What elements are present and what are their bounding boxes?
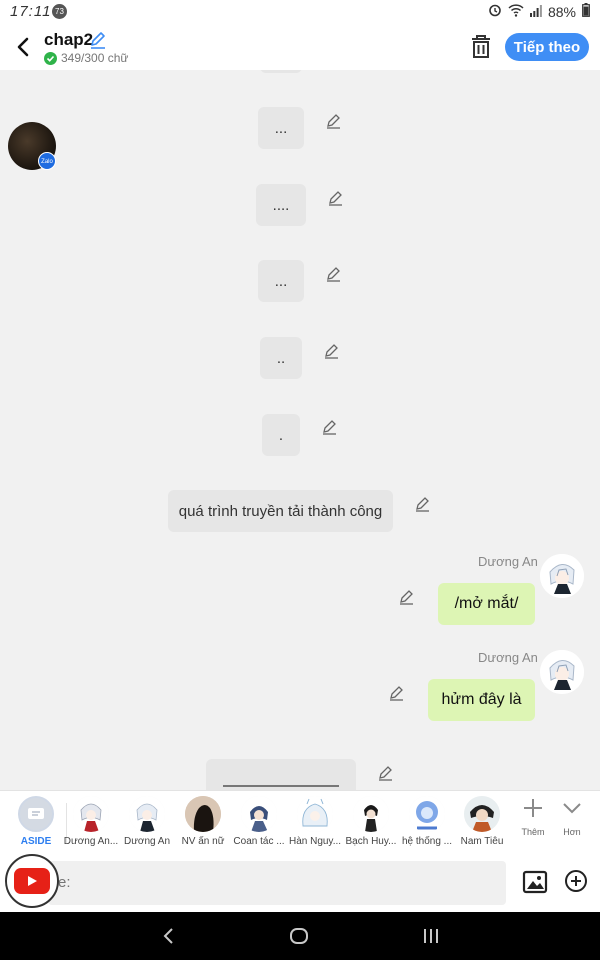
message-bubble[interactable]: . [262, 414, 300, 456]
zalo-badge: Zalo [38, 152, 56, 170]
character-item[interactable]: Coan tác ... [229, 796, 289, 852]
youtube-icon [14, 868, 50, 894]
back-button[interactable] [8, 32, 38, 62]
character-avatar [129, 796, 165, 832]
image-icon [522, 870, 548, 894]
character-item[interactable]: Bạch Huy... [341, 796, 401, 852]
signal-icon [529, 4, 542, 20]
my-message-bubble[interactable]: /mở mắt/ [438, 583, 535, 625]
edit-icon[interactable] [414, 495, 432, 513]
chat-area[interactable]: Zalo ... .... ... .. . quá trình truyền … [0, 70, 600, 790]
next-button[interactable]: Tiếp theo [505, 33, 589, 61]
character-name: NV ẩn nữ [181, 836, 225, 847]
character-name: Bạch Huy... [345, 836, 397, 847]
word-count-text: 349/300 chữ [61, 51, 129, 65]
alarm-icon [488, 3, 502, 20]
edit-icon[interactable] [377, 764, 395, 782]
edit-icon[interactable] [325, 265, 343, 283]
divider-line [223, 785, 339, 787]
battery-level: 88% [547, 3, 576, 20]
character-name: Hàn Nguy... [288, 836, 342, 847]
nav-home-icon [290, 928, 308, 944]
wifi-icon [508, 3, 524, 20]
youtube-button[interactable] [5, 854, 59, 908]
status-bar: 17:11 73 88% [0, 0, 600, 24]
edit-icon[interactable] [323, 342, 341, 360]
more-button[interactable]: Hơn [554, 797, 590, 837]
sender-name: Dương An [478, 554, 538, 569]
character-avatar [353, 796, 389, 832]
message-bubble[interactable]: quá trình truyền tải thành công [168, 490, 393, 532]
character-item[interactable]: NV ẩn nữ [173, 796, 233, 852]
chevron-left-icon [17, 37, 29, 57]
notification-badge: 73 [52, 4, 67, 19]
message-bubble[interactable]: .. [260, 337, 302, 379]
add-button[interactable] [564, 869, 588, 893]
message-input[interactable] [48, 861, 506, 905]
edit-icon[interactable] [398, 588, 416, 606]
user-avatar[interactable] [540, 554, 584, 598]
character-avatar [409, 796, 445, 832]
nav-back-icon [163, 928, 173, 944]
status-icons: 88% [488, 3, 590, 20]
character-name: ASIDE [20, 836, 52, 847]
character-avatar [185, 796, 221, 832]
character-aside[interactable]: ASIDE [6, 796, 66, 852]
input-bar [0, 854, 600, 912]
message-bubble[interactable]: ... [258, 260, 304, 302]
image-button[interactable] [522, 869, 548, 895]
character-name: Coan tác ... [233, 836, 285, 847]
system-nav-bar [0, 912, 600, 960]
character-item[interactable]: Dương An [117, 796, 177, 852]
edit-icon[interactable] [321, 418, 339, 436]
nav-home-button[interactable] [286, 924, 312, 948]
character-name: Dương An [123, 836, 171, 847]
delete-button[interactable] [469, 34, 493, 60]
edit-icon[interactable] [325, 112, 343, 130]
message-bubble[interactable]: .... [256, 184, 306, 226]
more-label: Hơn [563, 827, 581, 837]
nav-recents-icon [424, 929, 438, 943]
nav-recents-button[interactable] [418, 924, 444, 948]
trash-icon [472, 35, 490, 58]
page-title: chap2 [44, 30, 94, 49]
message-bubble-partial[interactable] [260, 70, 302, 73]
character-item[interactable]: hệ thống ... [397, 796, 457, 852]
nav-back-button[interactable] [155, 924, 181, 948]
character-avatar [73, 796, 109, 832]
character-item[interactable]: Hàn Nguy... [285, 796, 345, 852]
message-bubble-partial[interactable] [206, 759, 356, 790]
character-strip: ASIDE Dương An... Dương An NV ẩn nữ Coan… [0, 790, 600, 854]
character-name: Nam Tiêu [460, 836, 504, 847]
word-count: 349/300 chữ [44, 51, 128, 65]
check-icon [44, 51, 57, 65]
edit-icon[interactable] [388, 684, 406, 702]
character-name: hệ thống ... [401, 836, 453, 847]
character-item[interactable]: Dương An... [61, 796, 121, 852]
header: chap2 349/300 chữ Tiếp theo [0, 24, 600, 70]
chevron-down-icon [554, 797, 590, 827]
plus-icon [515, 797, 551, 827]
message-bubble[interactable]: ... [258, 107, 304, 149]
my-message-bubble[interactable]: hửm đây là [428, 679, 535, 721]
character-item[interactable]: Nam Tiêu [452, 796, 512, 852]
edit-icon[interactable] [327, 189, 345, 207]
plus-circle-icon [565, 870, 587, 892]
edit-title-icon[interactable] [88, 30, 108, 50]
chat-icon [28, 808, 44, 819]
user-avatar[interactable] [540, 650, 584, 694]
sender-name: Dương An [478, 650, 538, 665]
add-label: Thêm [521, 827, 545, 837]
character-avatar [241, 796, 277, 832]
character-name: Dương An... [63, 836, 119, 847]
battery-icon [582, 3, 590, 20]
aside-avatar [18, 796, 54, 832]
add-character-button[interactable]: Thêm [515, 797, 551, 837]
status-time: 17:11 [10, 3, 52, 20]
character-avatar [297, 796, 333, 832]
character-avatar [464, 796, 500, 832]
